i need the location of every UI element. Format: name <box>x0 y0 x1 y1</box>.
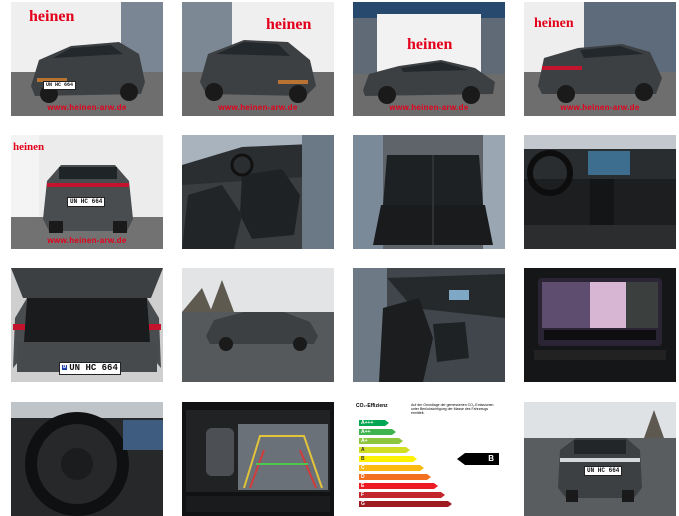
energy-class-label: D <box>361 474 365 480</box>
license-plate: UN HC 664 <box>43 81 77 90</box>
energy-class-2: A+ <box>359 438 403 444</box>
plate-text: UN HC 664 <box>70 198 103 205</box>
energy-class-0: A+++ <box>359 420 389 426</box>
energy-class-label: F <box>361 492 365 498</box>
dealer-sign: heinen <box>534 16 574 31</box>
energy-class-9: G <box>359 501 452 507</box>
energy-class-label: A <box>361 447 365 453</box>
energy-class-5: C <box>359 465 424 471</box>
energy-label-title: CO₂-Effizienz <box>356 403 388 409</box>
photo-steering-wheel[interactable] <box>11 402 163 516</box>
energy-class-label: A+++ <box>361 420 374 426</box>
plate-text: UN HC 664 <box>46 82 74 88</box>
photo-rear-left-exterior[interactable]: heinen www.heinen-arw.de <box>524 2 676 116</box>
plate-text: UN HC 664 <box>69 363 118 373</box>
photo-side-profile-exterior[interactable]: heinen www.heinen-arw.de <box>353 2 505 116</box>
watermark: www.heinen-arw.de <box>389 103 469 112</box>
photo-passenger-seat-interior[interactable] <box>353 268 505 382</box>
energy-class-6: D <box>359 474 431 480</box>
dealer-sign: heinen <box>266 16 312 33</box>
energy-class-label: E <box>361 483 365 489</box>
photo-infotainment-screen[interactable] <box>524 268 676 382</box>
energy-rating-badge: B <box>457 453 499 465</box>
energy-class-3: A <box>359 447 410 453</box>
photo-side-parking-lot[interactable] <box>182 268 334 382</box>
dealer-sign: heinen <box>29 8 75 25</box>
photo-front-seats-interior[interactable] <box>182 135 334 249</box>
photo-energy-label[interactable]: CO₂-Effizienz Auf der Grundlage der geme… <box>353 402 505 516</box>
plate-text: UN HC 664 <box>587 467 620 474</box>
photo-front-left-exterior[interactable]: heinen UN HC 664 www.heinen-arw.de <box>11 2 163 116</box>
energy-class-label: C <box>361 465 365 471</box>
watermark: www.heinen-arw.de <box>47 103 127 112</box>
energy-class-8: F <box>359 492 445 498</box>
photo-rear-seats-interior[interactable] <box>353 135 505 249</box>
dealer-sign: heinen <box>13 141 45 153</box>
plate-eu-band: D <box>62 363 68 371</box>
energy-class-label: G <box>361 501 365 507</box>
license-plate: UN HC 664 <box>584 466 623 476</box>
energy-class-label: A++ <box>361 429 371 435</box>
photo-front-parking-lot[interactable]: UN HC 664 <box>524 402 676 516</box>
energy-class-4: B <box>359 456 417 462</box>
photo-rear-camera-display[interactable] <box>182 402 334 516</box>
license-plate: D UN HC 664 <box>59 362 121 375</box>
dealer-sign: heinen <box>407 36 453 53</box>
photo-rear-exterior[interactable]: heinen UN HC 664 www.heinen-arw.de <box>11 135 163 249</box>
license-plate: UN HC 664 <box>67 197 106 207</box>
photo-dashboard-interior[interactable] <box>524 135 676 249</box>
watermark: www.heinen-arw.de <box>47 236 127 245</box>
energy-class-1: A++ <box>359 429 396 435</box>
watermark: www.heinen-arw.de <box>560 103 640 112</box>
energy-class-7: E <box>359 483 438 489</box>
photo-front-right-exterior[interactable]: heinen www.heinen-arw.de <box>182 2 334 116</box>
energy-class-label: A+ <box>361 438 368 444</box>
photo-gallery: heinen UN HC 664 www.heinen-arw.de heine… <box>0 0 679 516</box>
photo-trunk-open[interactable]: D UN HC 664 <box>11 268 163 382</box>
energy-label-note: Auf der Grundlage der gemessenen CO₂-Emi… <box>411 403 494 416</box>
energy-class-label: B <box>361 456 365 462</box>
watermark: www.heinen-arw.de <box>218 103 298 112</box>
